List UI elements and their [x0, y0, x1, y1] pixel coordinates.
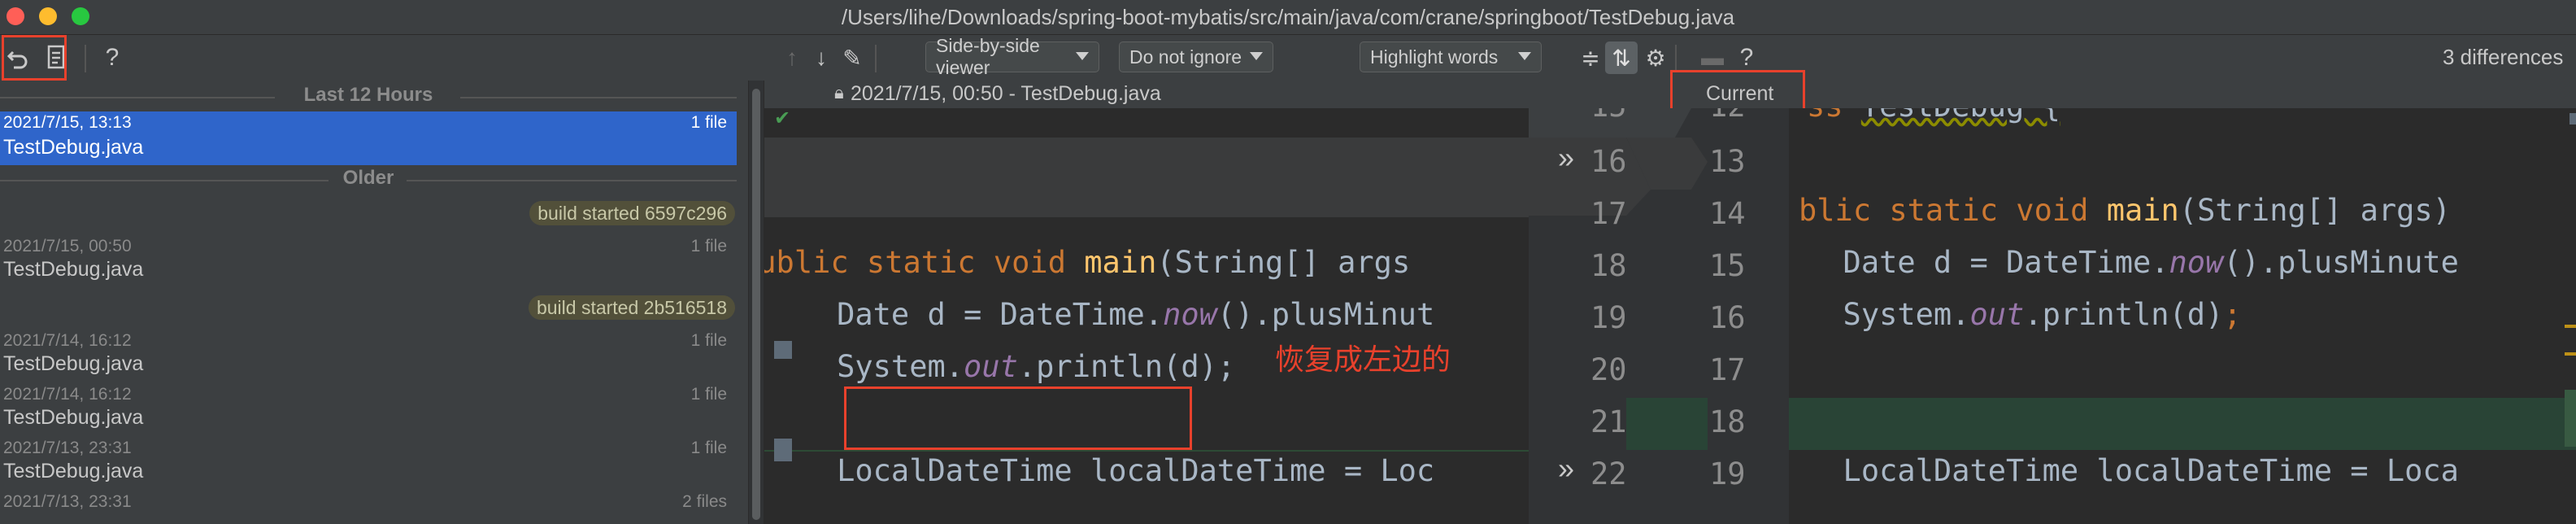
chevron-down-icon — [1518, 52, 1531, 60]
code-line: LocalDateTime localDateTime = Loca — [1807, 453, 2459, 488]
history-panel: Last 12 Hours 2021/7/15, 13:13 TestDebug… — [0, 81, 748, 524]
history-item-count: 1 file — [690, 237, 727, 255]
left-editor[interactable]: ✔ public static void main(String[] args … — [764, 108, 1529, 524]
inserted-line-separator — [764, 450, 1529, 452]
help-icon[interactable]: ? — [96, 41, 128, 74]
code-line: LocalDateTime localDateTime = Loc — [764, 453, 1435, 488]
history-item-date: 2021/7/14, 16:12 — [3, 331, 132, 350]
right-line-number: 13 — [1709, 144, 1746, 179]
left-line-number: 18 — [1590, 248, 1627, 283]
history-item-count: 2 files — [682, 492, 727, 511]
left-line-number: 16 — [1590, 144, 1627, 179]
left-line-number: 19 — [1590, 300, 1627, 335]
change-stripe-marker — [2565, 390, 2576, 447]
history-toolbar: ? — [0, 35, 764, 81]
viewer-mode-dropdown[interactable]: Side-by-side viewer — [925, 35, 1099, 78]
highlight-mode-label: Highlight words — [1370, 46, 1499, 68]
settings-gear-icon[interactable]: ⚙ — [1639, 41, 1672, 74]
next-difference-icon[interactable]: ↓ — [805, 41, 838, 74]
warning-stripe-marker — [2565, 352, 2576, 356]
history-item-filename: TestDebug.java — [3, 136, 144, 159]
diff-gutter: » » 15 16 17 18 19 20 21 22 12 13 14 15 … — [1529, 108, 1789, 524]
scrollbar-thumb[interactable] — [752, 89, 760, 520]
right-line-number: 17 — [1709, 352, 1746, 387]
diff-help-icon[interactable]: ? — [1730, 41, 1763, 74]
history-item[interactable]: 2021/7/14, 16:12 TestDebug.java 1 file — [0, 383, 737, 437]
collapse-unchanged-icon[interactable]: ≑ — [1574, 41, 1607, 74]
code-line: ss TestDebug { — [1807, 108, 2060, 124]
annotation-box — [844, 386, 1192, 450]
annotation-text: 恢复成左边的 — [1275, 343, 1451, 376]
highlight-mode-dropdown[interactable]: Highlight words — [1360, 41, 1542, 72]
history-item-filename: TestDebug.java — [3, 352, 144, 375]
left-line-number: 20 — [1590, 352, 1627, 387]
history-item-filename: TestDebug.java — [3, 258, 144, 281]
history-scrollbar[interactable] — [749, 81, 764, 524]
chevron-down-icon — [1250, 52, 1263, 60]
right-line-number: 18 — [1709, 404, 1746, 439]
left-line-number: 21 — [1590, 404, 1627, 439]
history-item[interactable]: 2021/7/13, 23:31 2 files — [0, 491, 737, 524]
build-label-badge: build started 2b516518 — [528, 295, 735, 320]
history-item-date: 2021/7/13, 23:31 — [3, 439, 132, 457]
toolbar-separator — [1675, 45, 1677, 72]
history-item-count: 1 file — [690, 113, 727, 132]
ignore-whitespace-label: Do not ignore — [1129, 46, 1242, 68]
right-line-number: 19 — [1709, 456, 1746, 491]
history-item-filename: TestDebug.java — [3, 406, 144, 429]
history-item-count: 1 file — [690, 331, 727, 350]
history-item-count: 1 file — [690, 439, 727, 457]
code-line: Date d = DateTime.now().plusMinute — [1807, 245, 2459, 280]
right-line-number: 14 — [1709, 196, 1746, 231]
ignore-whitespace-dropdown[interactable]: Do not ignore — [1119, 41, 1273, 72]
left-line-number: 15 — [1590, 108, 1627, 124]
changed-block-highlight — [764, 138, 1529, 217]
toolbar-separator — [85, 45, 86, 72]
left-line-number: 22 — [1590, 456, 1627, 491]
divider — [460, 97, 737, 98]
history-item-filename: TestDebug.java — [3, 460, 144, 483]
apply-change-icon[interactable]: » — [1558, 141, 1574, 175]
apply-change-icon[interactable]: » — [1558, 452, 1574, 486]
edit-source-icon[interactable]: ✎ — [836, 41, 868, 74]
previous-difference-icon[interactable]: ↑ — [776, 41, 808, 74]
code-line: System.out.println(d); — [1807, 297, 2242, 332]
window-titlebar: /Users/lihe/Downloads/spring-boot-mybati… — [0, 0, 2576, 35]
history-item[interactable]: 2021/7/15, 13:13 TestDebug.java 1 file — [0, 111, 737, 165]
comment-icon[interactable]: ▬ — [1696, 41, 1729, 74]
sync-scroll-icon[interactable]: ⇅ — [1605, 41, 1638, 74]
code-line: Date d = DateTime.now().plusMinut — [764, 297, 1435, 332]
divider — [407, 180, 737, 181]
history-item-date: 2021/7/14, 16:12 — [3, 385, 132, 404]
differences-count: 3 differences — [2443, 45, 2564, 69]
history-item-count: 1 file — [690, 385, 727, 404]
checkmark-icon: ✔ — [774, 108, 791, 129]
history-item[interactable]: 2021/7/15, 00:50 TestDebug.java 1 file — [0, 235, 737, 289]
history-item[interactable]: 2021/7/14, 16:12 TestDebug.java 1 file — [0, 330, 737, 383]
left-version-label: 2021/7/15, 00:50 - TestDebug.java — [851, 82, 1161, 105]
viewer-mode-label: Side-by-side viewer — [936, 35, 1040, 78]
toolbar-highlight-box — [2, 35, 67, 81]
code-line: blic static void main(String[] args) — [1799, 193, 2451, 228]
warning-stripe-marker — [2565, 325, 2576, 328]
error-stripe-marker — [2569, 113, 2576, 124]
right-editor[interactable]: ss TestDebug { blic static void main(Str… — [1789, 108, 2576, 524]
history-item-date: 2021/7/13, 23:31 — [3, 492, 132, 511]
right-line-number: 12 — [1709, 108, 1746, 124]
build-label-badge: build started 6597c296 — [529, 201, 735, 225]
history-item-date: 2021/7/15, 13:13 — [3, 113, 132, 132]
lock-icon: 🔒︎ — [834, 82, 844, 103]
history-item-date: 2021/7/15, 00:50 — [3, 237, 132, 255]
window-title: /Users/lihe/Downloads/spring-boot-mybati… — [841, 5, 1735, 29]
code-line: System.out.println(d); — [764, 349, 1236, 384]
right-line-number: 16 — [1709, 300, 1746, 335]
history-item[interactable]: 2021/7/13, 23:31 TestDebug.java 1 file — [0, 437, 737, 491]
inserted-line-highlight — [1789, 398, 2576, 450]
right-line-number: 15 — [1709, 248, 1746, 283]
left-line-number: 17 — [1590, 196, 1627, 231]
toolbar-separator — [875, 45, 877, 72]
code-line: public static void main(String[] args — [764, 245, 1411, 280]
chevron-down-icon — [1076, 52, 1089, 60]
